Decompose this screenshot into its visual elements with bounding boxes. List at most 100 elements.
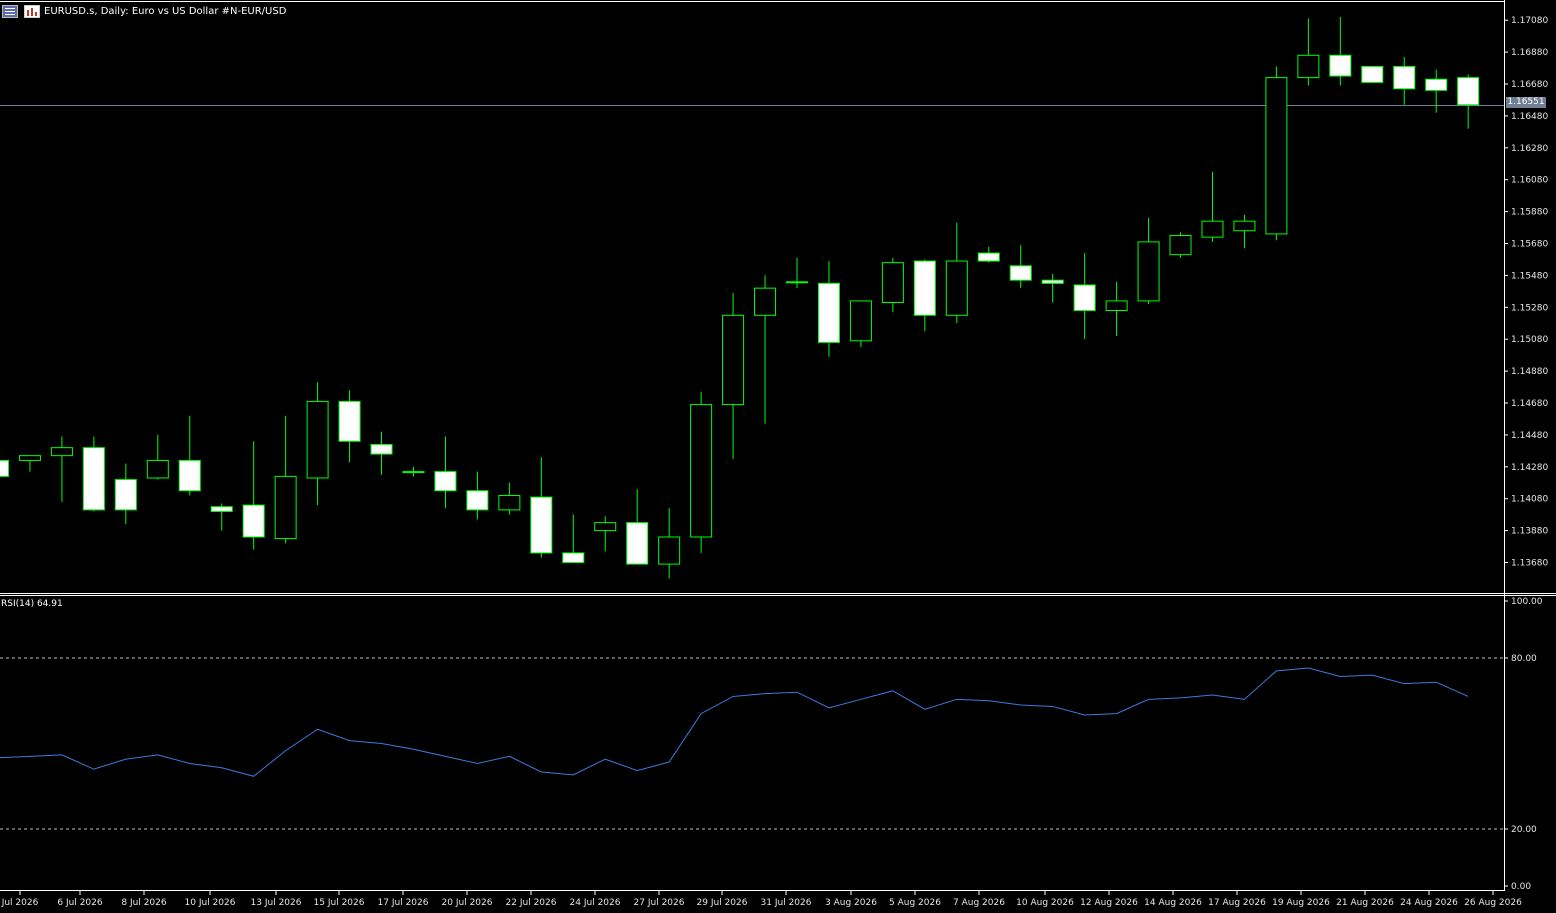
current-price-badge: 1.16551 bbox=[1506, 97, 1546, 108]
price-tick-label: 1.14480 bbox=[1511, 431, 1548, 441]
window-menu-icon[interactable] bbox=[2, 4, 18, 18]
candle bbox=[913, 259, 936, 332]
rsi-line bbox=[0, 667, 1469, 777]
candle bbox=[210, 503, 233, 531]
candle bbox=[1233, 214, 1256, 249]
candle-body bbox=[722, 314, 745, 406]
candle bbox=[114, 463, 137, 525]
candle-body bbox=[1393, 65, 1416, 90]
date-tick-label: 6 Jul 2026 bbox=[57, 898, 102, 908]
candle bbox=[1265, 66, 1288, 241]
candle-body bbox=[849, 300, 872, 342]
symbol-label: EURUSD.s, Daily: Euro vs US Dollar #N-EU… bbox=[44, 5, 287, 17]
candle-body bbox=[1073, 284, 1096, 311]
price-tick-label: 1.16480 bbox=[1511, 112, 1548, 122]
candle bbox=[1009, 245, 1032, 289]
date-tick-label: 15 Jul 2026 bbox=[314, 898, 365, 908]
candle bbox=[338, 390, 361, 463]
candle-body bbox=[82, 447, 105, 511]
date-tick-label: 31 Jul 2026 bbox=[761, 898, 812, 908]
candle bbox=[274, 415, 297, 544]
candle bbox=[1201, 171, 1224, 242]
candle bbox=[786, 257, 808, 289]
candle-body bbox=[498, 495, 521, 511]
candle bbox=[146, 434, 169, 480]
candle bbox=[1137, 217, 1160, 305]
candle bbox=[817, 261, 840, 357]
candle-body bbox=[274, 475, 297, 540]
candle bbox=[594, 516, 617, 552]
candle bbox=[1329, 17, 1352, 86]
date-tick-label: 5 Aug 2026 bbox=[889, 898, 941, 908]
candle bbox=[466, 471, 489, 520]
date-tick-label: 3 Aug 2026 bbox=[825, 898, 877, 908]
date-tick-label: 22 Jul 2026 bbox=[506, 898, 557, 908]
candle-body bbox=[434, 471, 457, 492]
candle bbox=[498, 482, 521, 515]
candle-body bbox=[1137, 241, 1160, 302]
price-tick-label: 1.14280 bbox=[1511, 463, 1548, 473]
candle-body bbox=[658, 536, 681, 565]
chart-type-icon[interactable] bbox=[24, 4, 40, 18]
candle-body bbox=[146, 459, 169, 479]
date-tick-label: 26 Aug 2026 bbox=[1464, 898, 1522, 908]
candle-body bbox=[1233, 220, 1256, 232]
candle-body bbox=[402, 471, 425, 474]
candle-body bbox=[50, 447, 73, 457]
rsi-series bbox=[0, 657, 1504, 830]
candle bbox=[370, 431, 393, 475]
date-tick-label: 20 Jul 2026 bbox=[442, 898, 493, 908]
candle bbox=[1393, 56, 1416, 105]
price-tick-label: 1.16680 bbox=[1511, 80, 1548, 90]
price-tick-label: 1.15680 bbox=[1511, 240, 1548, 250]
candle bbox=[434, 436, 457, 509]
candle-body bbox=[1201, 220, 1224, 238]
price-tick-label: 1.15280 bbox=[1511, 303, 1548, 313]
candle bbox=[50, 436, 73, 502]
candle-body bbox=[786, 281, 808, 284]
candle bbox=[306, 382, 329, 506]
rsi-tick-label: 100.00 bbox=[1511, 597, 1543, 607]
rsi-tick-label: 80.00 bbox=[1511, 654, 1537, 664]
rsi-axis: 100.00 80.00 20.00 0.00 bbox=[1504, 597, 1543, 892]
candle-body bbox=[1361, 65, 1384, 83]
candle-body bbox=[881, 262, 904, 304]
date-tick-label: 13 Jul 2026 bbox=[251, 898, 302, 908]
date-tick-label: 10 Aug 2026 bbox=[1016, 898, 1074, 908]
candle bbox=[530, 457, 553, 558]
candle-body bbox=[1009, 265, 1032, 281]
rsi-indicator-label: RSI(14) 64.91 bbox=[1, 599, 63, 609]
candle bbox=[722, 292, 745, 459]
candle-body bbox=[370, 443, 393, 455]
candle bbox=[82, 436, 105, 512]
candle bbox=[1105, 281, 1128, 337]
price-tick-label: 1.14080 bbox=[1511, 495, 1548, 505]
candle bbox=[242, 441, 265, 550]
candle bbox=[178, 415, 201, 496]
candle-body bbox=[1041, 279, 1064, 284]
rsi-tick-label: 20.00 bbox=[1511, 825, 1537, 835]
price-tick-label: 1.17080 bbox=[1511, 16, 1548, 26]
candle-body bbox=[1329, 54, 1352, 77]
candle bbox=[754, 275, 777, 424]
price-tick-label: 1.14880 bbox=[1511, 367, 1548, 377]
candle-body bbox=[1425, 78, 1448, 91]
rsi-tick-label: 0.00 bbox=[1511, 882, 1531, 892]
candle-body bbox=[690, 404, 713, 538]
candle-body bbox=[754, 287, 777, 316]
candle-body bbox=[18, 455, 41, 461]
chart-frame bbox=[0, 0, 1556, 891]
candle-body bbox=[466, 490, 489, 511]
date-tick-label: 29 Jul 2026 bbox=[697, 898, 748, 908]
chart-canvas: 1.17080 1.16880 1.16680 1.16480 1.16280 1.160… bbox=[0, 0, 1556, 908]
price-tick-label: 1.13880 bbox=[1511, 527, 1548, 537]
candle-body bbox=[562, 552, 585, 563]
candle bbox=[658, 508, 681, 579]
candle bbox=[626, 489, 649, 565]
candle-body bbox=[1105, 300, 1128, 311]
candle-body bbox=[114, 479, 137, 511]
candle bbox=[0, 459, 9, 477]
candle bbox=[1457, 74, 1480, 129]
candle bbox=[562, 514, 585, 563]
price-tick-label: 1.14680 bbox=[1511, 399, 1548, 409]
